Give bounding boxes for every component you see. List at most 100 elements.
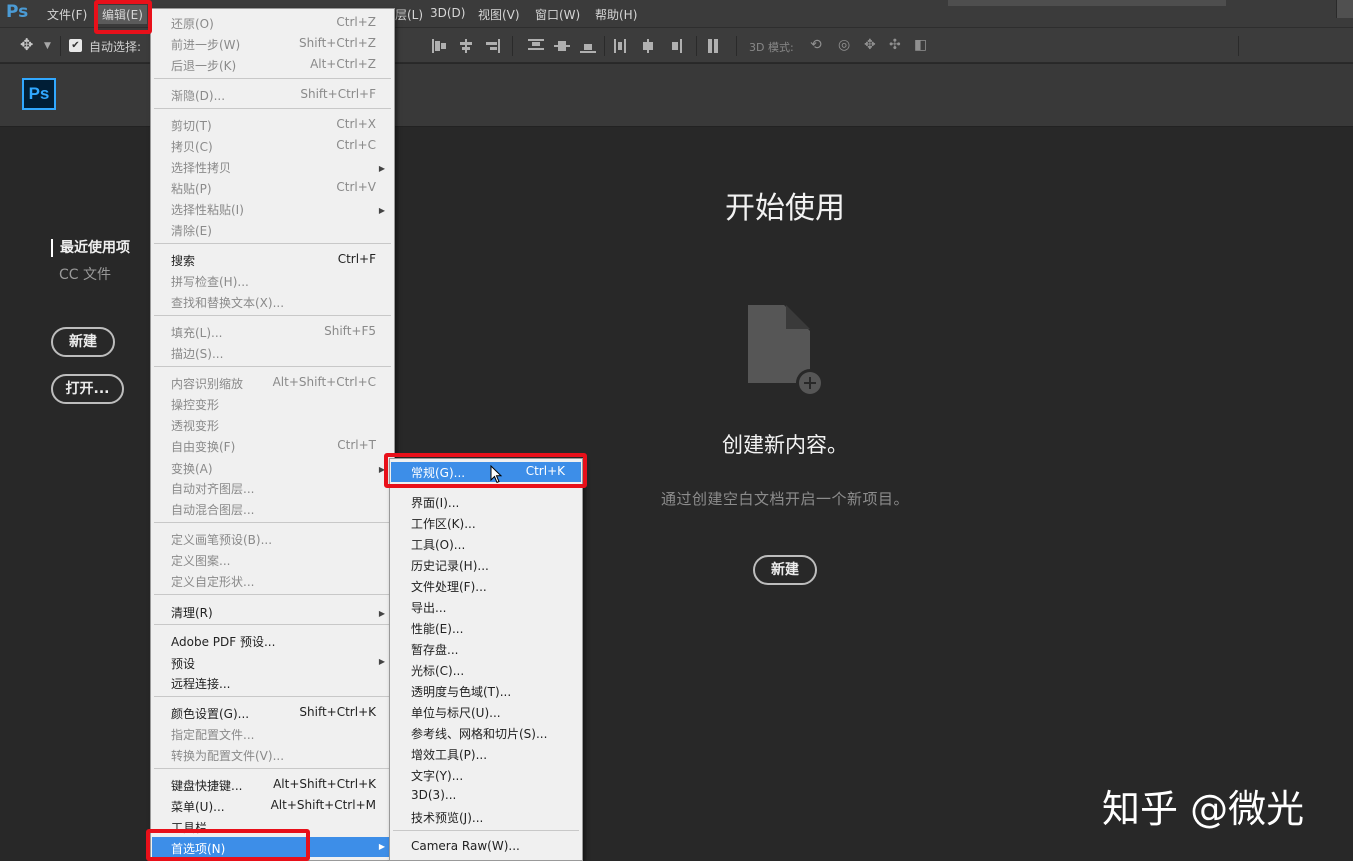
menu-item-fill[interactable]: 填充(L)... [171, 324, 223, 341]
submenu-item-plugins[interactable]: 增效工具(P)... [411, 746, 487, 763]
submenu-item-export[interactable]: 导出... [411, 599, 446, 616]
menu-window[interactable]: 窗口(W) [535, 6, 580, 23]
divider [154, 108, 391, 109]
menu-item-step-backward[interactable]: 后退一步(K) [171, 57, 236, 74]
menu-item-remote-connections[interactable]: 远程连接... [171, 675, 230, 692]
menu-item-auto-align[interactable]: 自动对齐图层... [171, 480, 254, 497]
shortcut: Shift+Ctrl+F [300, 87, 376, 101]
menu-item-puppet-warp[interactable]: 操控变形 [171, 396, 219, 413]
submenu-item-file-handling[interactable]: 文件处理(F)... [411, 578, 487, 595]
menu-item-define-brush[interactable]: 定义画笔预设(B)... [171, 531, 272, 548]
distribute-top-icon[interactable] [528, 39, 544, 53]
menu-item-fade[interactable]: 渐隐(D)... [171, 87, 225, 104]
shortcut: Alt+Shift+Ctrl+K [273, 777, 376, 791]
menu-item-keyboard-shortcuts[interactable]: 键盘快捷键... [171, 777, 242, 794]
3d-roll-icon[interactable]: ◎ [838, 37, 850, 53]
nav-recent[interactable]: 最近使用项 [51, 239, 130, 257]
window-strip [948, 0, 1226, 6]
distribute-right-icon[interactable] [666, 39, 682, 53]
menu-item-purge[interactable]: 清理(R) [171, 604, 213, 621]
distribute-bottom-icon[interactable] [580, 39, 596, 53]
menu-item-assign-profile[interactable]: 指定配置文件... [171, 726, 254, 743]
menu-item-perspective-warp[interactable]: 透视变形 [171, 417, 219, 434]
menu-item-content-aware-scale[interactable]: 内容识别缩放 [171, 375, 243, 392]
3d-rotate-icon[interactable]: ⟲ [810, 37, 822, 53]
shortcut: Ctrl+V [336, 180, 376, 194]
divider [154, 768, 391, 769]
align-vcenter-icon[interactable] [458, 39, 474, 53]
submenu-item-3d[interactable]: 3D(3)... [411, 788, 456, 802]
create-title: 创建新内容。 [722, 433, 848, 457]
divider [512, 36, 513, 56]
menu-item-cut[interactable]: 剪切(T) [171, 117, 212, 134]
submenu-item-guides-grid[interactable]: 参考线、网格和切片(S)... [411, 725, 547, 742]
divider [60, 36, 61, 56]
submenu-arrow-icon: ▶ [378, 206, 385, 215]
submenu-item-units-rulers[interactable]: 单位与标尺(U)... [411, 704, 501, 721]
menu-layer-fragment[interactable]: 层(L) [395, 6, 423, 23]
center-new-button[interactable]: 新建 [753, 555, 817, 585]
new-button[interactable]: 新建 [51, 327, 115, 357]
menu-item-define-shape[interactable]: 定义自定形状... [171, 573, 254, 590]
menu-item-copy-special[interactable]: 选择性拷贝 [171, 159, 231, 176]
menu-view[interactable]: 视图(V) [478, 6, 520, 23]
3d-camera-icon[interactable]: ◧ [914, 37, 927, 53]
menu-item-paste-special[interactable]: 选择性粘贴(I) [171, 201, 244, 218]
menu-item-spell-check[interactable]: 拼写检查(H)... [171, 273, 249, 290]
menu-help[interactable]: 帮助(H) [595, 6, 637, 23]
align-bottom-icon[interactable] [484, 39, 500, 53]
auto-select-checkbox[interactable]: ✔ [69, 39, 82, 52]
menu-item-find-replace[interactable]: 查找和替换文本(X)... [171, 294, 284, 311]
submenu-item-performance[interactable]: 性能(E)... [411, 620, 463, 637]
menu-item-paste[interactable]: 粘贴(P) [171, 180, 212, 197]
submenu-item-type[interactable]: 文字(Y)... [411, 767, 463, 784]
submenu-item-scratch-disks[interactable]: 暂存盘... [411, 641, 458, 658]
submenu-item-workspace[interactable]: 工作区(K)... [411, 515, 476, 532]
window-control[interactable] [1336, 0, 1353, 18]
auto-align-icon[interactable] [708, 39, 724, 53]
menu-item-menus[interactable]: 菜单(U)... [171, 798, 225, 815]
menu-item-auto-blend[interactable]: 自动混合图层... [171, 501, 254, 518]
submenu-item-camera-raw[interactable]: Camera Raw(W)... [411, 839, 520, 853]
align-top-icon[interactable] [432, 39, 448, 53]
create-subtitle: 通过创建空白文档开启一个新项目。 [660, 490, 909, 508]
menu-item-color-settings[interactable]: 颜色设置(G)... [171, 705, 249, 722]
menu-item-clear[interactable]: 清除(E) [171, 222, 212, 239]
3d-slide-icon[interactable]: ✣ [889, 37, 901, 53]
menu-item-step-forward[interactable]: 前进一步(W) [171, 36, 240, 53]
menu-file[interactable]: 文件(F) [47, 6, 87, 23]
nav-cc-files[interactable]: CC 文件 [59, 264, 111, 284]
distribute-left-icon[interactable] [614, 39, 630, 53]
menu-item-copy[interactable]: 拷贝(C) [171, 138, 213, 155]
menu-item-transform[interactable]: 变换(A) [171, 460, 213, 477]
menu-item-convert-profile[interactable]: 转换为配置文件(V)... [171, 747, 284, 764]
menu-item-search[interactable]: 搜索 [171, 252, 195, 269]
menu-item-define-pattern[interactable]: 定义图案... [171, 552, 230, 569]
shortcut: Shift+F5 [324, 324, 376, 338]
menu-item-undo[interactable]: 还原(O) [171, 15, 214, 32]
distribute-vcenter-icon[interactable] [554, 39, 570, 53]
menu-item-free-transform[interactable]: 自由变换(F) [171, 438, 235, 455]
divider [154, 315, 391, 316]
submenu-item-transparency[interactable]: 透明度与色域(T)... [411, 683, 511, 700]
menu-3d[interactable]: 3D(D) [430, 6, 465, 20]
shortcut: Ctrl+X [336, 117, 376, 131]
menu-item-stroke[interactable]: 描边(S)... [171, 345, 223, 362]
submenu-item-history[interactable]: 历史记录(H)... [411, 557, 489, 574]
submenu-arrow-icon: ▶ [378, 842, 385, 851]
submenu-item-tech-preview[interactable]: 技术预览(J)... [411, 809, 483, 826]
open-button[interactable]: 打开... [51, 374, 124, 404]
shortcut: Ctrl+C [336, 138, 376, 152]
menu-item-pdf-presets[interactable]: Adobe PDF 预设... [171, 633, 275, 650]
submenu-item-interface[interactable]: 界面(I)... [411, 494, 459, 511]
chevron-down-icon[interactable]: ▼ [44, 41, 51, 51]
divider [736, 36, 737, 56]
submenu-item-tools[interactable]: 工具(O)... [411, 536, 465, 553]
distribute-hcenter-icon[interactable] [640, 39, 656, 53]
move-tool-icon[interactable]: ✥ [20, 35, 33, 54]
submenu-item-cursors[interactable]: 光标(C)... [411, 662, 464, 679]
3d-pan-icon[interactable]: ✥ [864, 37, 876, 53]
divider [154, 624, 391, 625]
divider [154, 366, 391, 367]
menu-item-presets[interactable]: 预设 [171, 655, 195, 672]
